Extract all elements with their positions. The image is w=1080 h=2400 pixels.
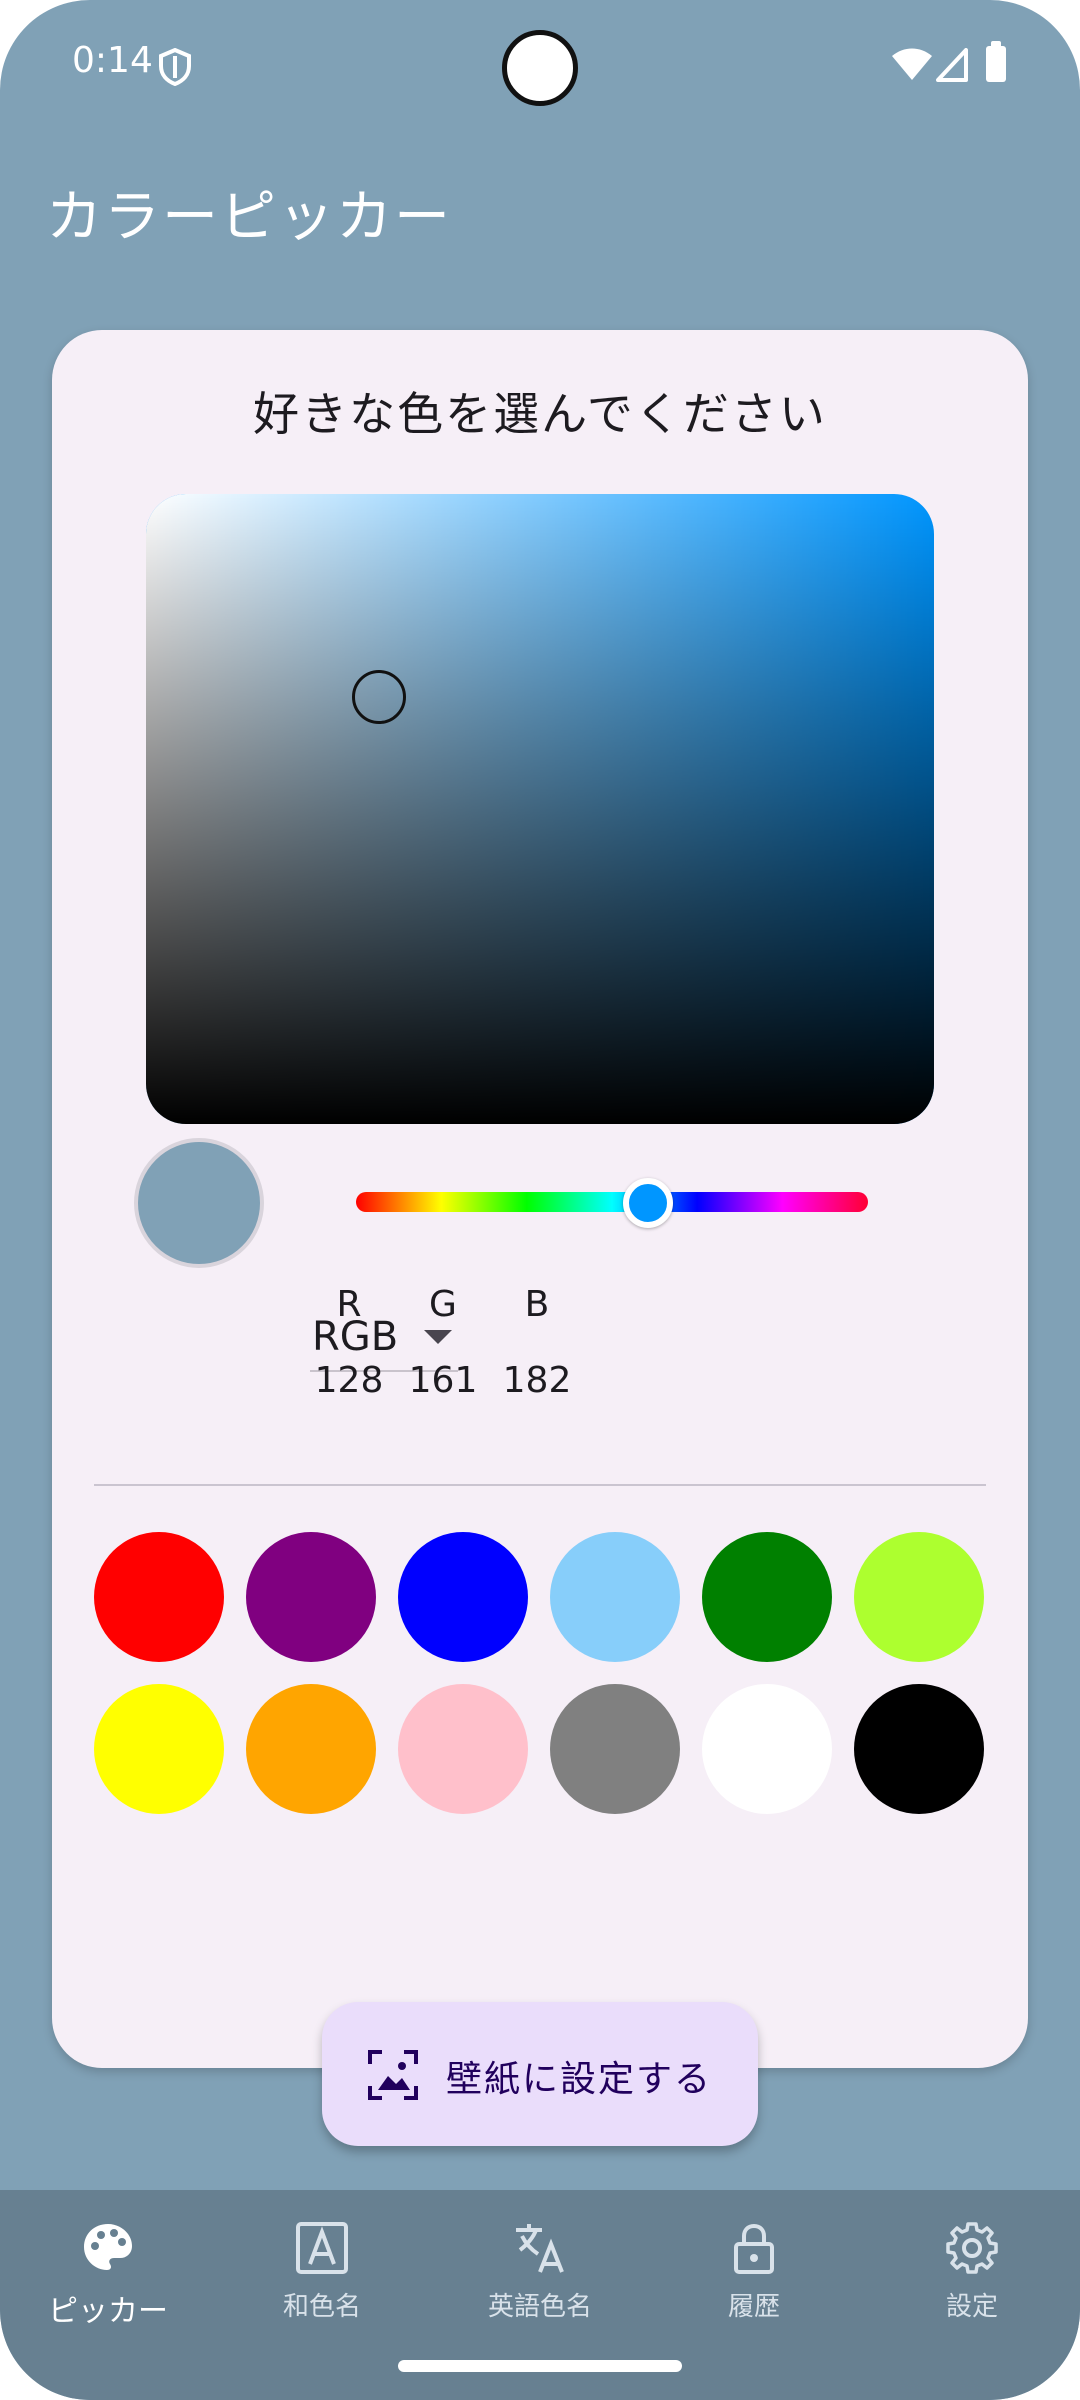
nav-item-settings[interactable]: 設定 (872, 2210, 1072, 2330)
saturation-value-cursor[interactable] (352, 670, 406, 724)
channel-value: 161 (408, 1360, 478, 1401)
preset-swatch[interactable] (854, 1684, 984, 1814)
set-wallpaper-label: 壁紙に設定する (446, 2059, 713, 2100)
picker-card: 好きな色を選んでください R G B R 128 G 161 B 182 (52, 330, 1028, 2068)
wallpaper-icon (368, 2050, 418, 2100)
channel-b: B 182 (492, 1284, 582, 1401)
preset-swatch[interactable] (246, 1532, 376, 1662)
status-time: 0:14 (72, 40, 153, 81)
saturation-value-panel[interactable] (146, 494, 934, 1124)
screen: 0:14 カラーピッカー 好きな色を選んでください R G B R 128 G 16… (0, 0, 1080, 2400)
signal-icon (936, 48, 968, 82)
app-title: カラーピッカー (46, 185, 452, 250)
nav-label: 和色名 (282, 2292, 361, 2322)
channel-label: G (429, 1284, 457, 1325)
channel-value: 128 (314, 1360, 384, 1401)
preset-swatch[interactable] (854, 1532, 984, 1662)
nav-item-history[interactable]: 履歴 (654, 2210, 854, 2330)
nav-label: ピッカー (48, 2294, 168, 2329)
gear-icon (946, 2222, 998, 2274)
channel-g: G 161 (398, 1284, 488, 1401)
letter-a-icon (296, 2222, 348, 2274)
preset-swatch[interactable] (94, 1684, 224, 1814)
channel-r: R 128 (304, 1284, 394, 1401)
status-bar: 0:14 (0, 0, 1080, 130)
preset-swatch[interactable] (550, 1532, 680, 1662)
home-indicator[interactable] (398, 2360, 682, 2372)
preset-swatch[interactable] (702, 1532, 832, 1662)
nav-item-english-color-names[interactable]: 英語色名 (440, 2210, 640, 2330)
preset-swatch[interactable] (94, 1532, 224, 1662)
preset-swatch[interactable] (398, 1684, 528, 1814)
channel-label: R (336, 1284, 362, 1325)
channel-value: 182 (502, 1360, 572, 1401)
preset-swatch[interactable] (246, 1684, 376, 1814)
value-gradient (146, 494, 934, 1124)
translate-icon (516, 2224, 564, 2273)
preset-swatch[interactable] (398, 1532, 528, 1662)
divider (94, 1484, 986, 1486)
selected-color-preview (134, 1138, 264, 1268)
palette-icon (84, 2224, 132, 2270)
channel-label: B (524, 1284, 550, 1325)
battery-icon (986, 41, 1006, 82)
shield-icon (159, 48, 191, 86)
lock-icon (734, 2223, 774, 2274)
nav-label: 履歴 (727, 2292, 780, 2322)
nav-label: 設定 (945, 2292, 998, 2322)
nav-item-japanese-color-names[interactable]: 和色名 (222, 2210, 422, 2330)
picker-prompt: 好きな色を選んでください (253, 387, 827, 441)
preset-swatch[interactable] (550, 1684, 680, 1814)
preset-swatch[interactable] (702, 1684, 832, 1814)
set-wallpaper-button[interactable]: 壁紙に設定する (322, 2002, 758, 2146)
wifi-icon (892, 48, 932, 80)
front-camera (502, 30, 578, 106)
hue-slider-thumb[interactable] (622, 1178, 673, 1228)
nav-item-picker[interactable]: ピッカー (8, 2210, 208, 2330)
hue-slider-track[interactable] (356, 1192, 868, 1212)
nav-label: 英語色名 (487, 2292, 592, 2322)
